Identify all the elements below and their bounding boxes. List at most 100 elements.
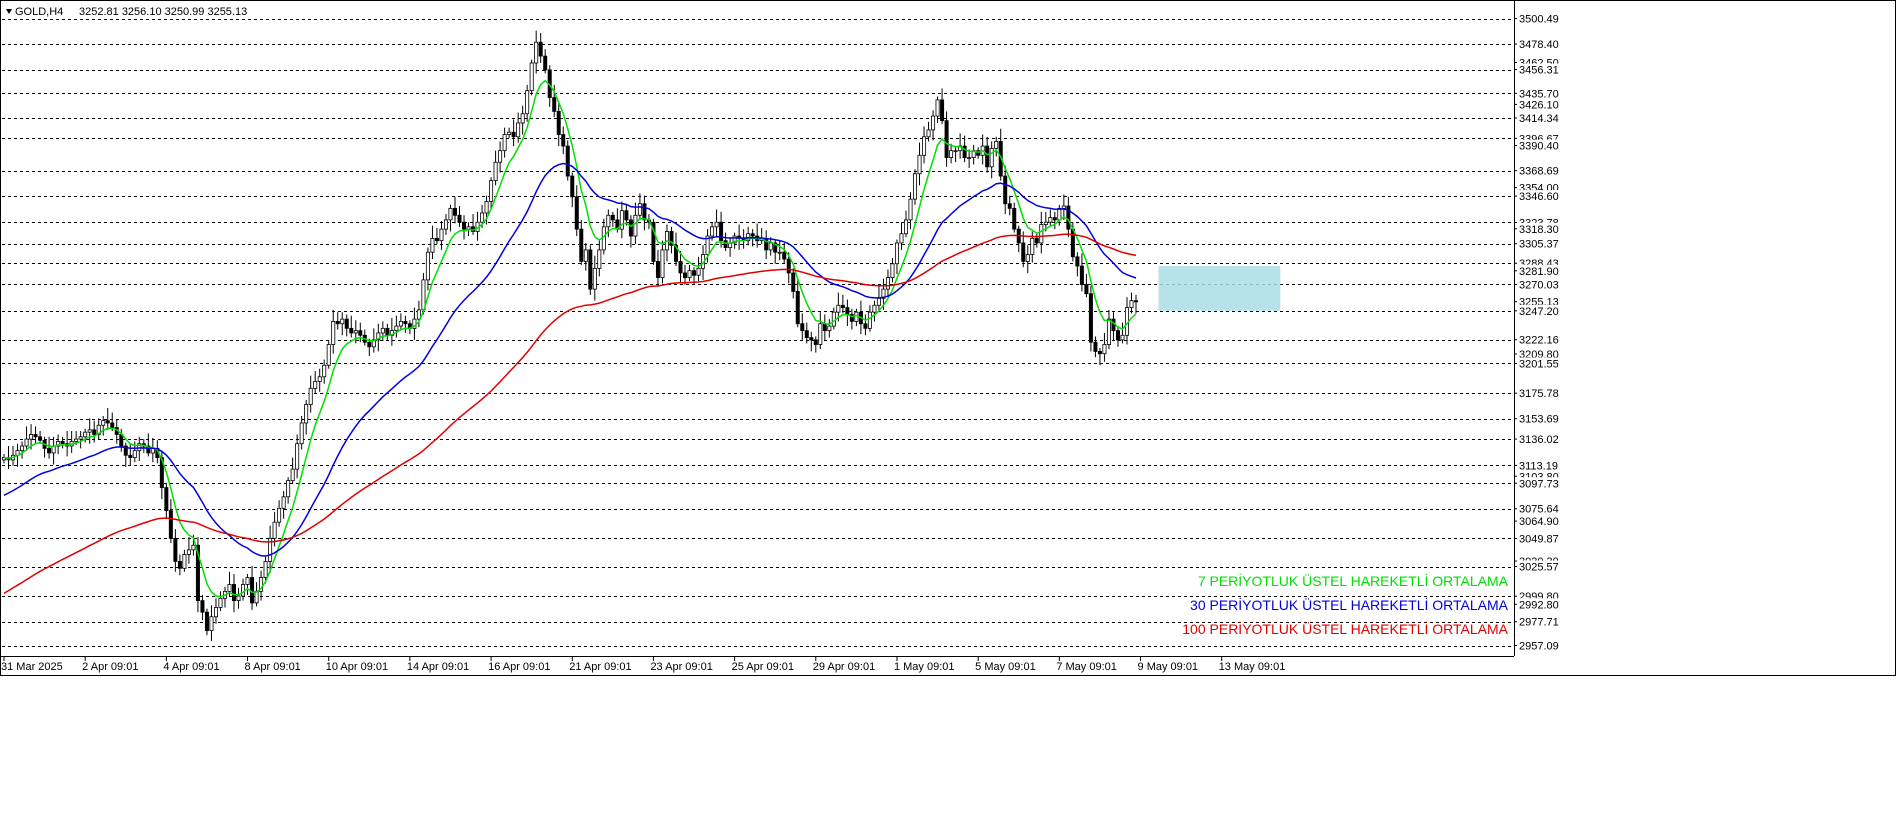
price-label-text-p3346: 3346.60 (1519, 191, 1559, 203)
price-label-text-p3270: 3270.03 (1519, 279, 1559, 291)
candle-body-132 (597, 249, 602, 269)
legend-item-ema-7: 7 PERİYOTLUK ÜSTEL HAREKETLİ ORTALAMA (1198, 572, 1509, 589)
candle-body-246 (1111, 318, 1116, 332)
candle-body-41 (186, 549, 191, 555)
candle-body-50 (227, 584, 232, 592)
candle-body-179 (809, 337, 814, 341)
candle-body-187 (845, 307, 850, 315)
candle-body-48 (218, 597, 223, 608)
candle-body-157 (710, 226, 715, 237)
price-label-text-p3305: 3305.37 (1519, 239, 1559, 251)
time-label-text-11: 1 May 09:01 (894, 661, 955, 673)
time-label-text-9: 25 Apr 09:01 (732, 661, 794, 673)
candle-body-113 (511, 131, 516, 138)
price-label-p2992: 2992.80 (1514, 598, 1563, 611)
candle-body-197 (890, 263, 895, 278)
candle-body-5 (24, 438, 29, 447)
candle-body-141 (637, 203, 642, 216)
candle-body-56 (254, 590, 259, 604)
candle-body-67 (304, 404, 309, 424)
candle-body-207 (935, 99, 940, 117)
candle-body-88 (398, 321, 403, 327)
candle-body-173 (782, 251, 787, 260)
candle-body-89 (403, 321, 408, 325)
candle-body-146 (660, 249, 665, 278)
time-label-text-4: 10 Apr 09:01 (326, 661, 388, 673)
price-label-text-p3456: 3456.31 (1519, 65, 1559, 77)
candle-body-237 (1070, 228, 1075, 258)
candle-body-231 (1043, 221, 1048, 225)
candle-body-139 (628, 219, 633, 237)
price-label-text-p3222: 3222.16 (1519, 335, 1559, 347)
candle-body-96 (434, 237, 439, 242)
candle-body-205 (926, 129, 931, 138)
price-label-text-p3025: 3025.57 (1519, 562, 1559, 574)
legend-item-ema-100: 100 PERİYOTLUK ÜSTEL HAREKETLİ ORTALAMA (1182, 620, 1508, 637)
price-label-text-p3500: 3500.49 (1519, 14, 1559, 26)
candle-body-37 (168, 510, 173, 539)
candle-body-70 (317, 376, 322, 382)
candle-body-228 (1030, 237, 1035, 255)
candle-body-232 (1048, 217, 1053, 223)
support-resistance-zone (1158, 266, 1281, 311)
candle-body-239 (1079, 265, 1084, 285)
candle-body-182 (822, 323, 827, 332)
time-label-text-15: 13 May 09:01 (1219, 661, 1286, 673)
price-chart[interactable]: 3500.493478.403462.503456.313435.703426.… (0, 0, 1896, 820)
price-label-p3175: 3175.78 (1514, 387, 1563, 400)
price-label-p3097: 3097.73 (1514, 477, 1563, 490)
time-label-text-5: 14 Apr 09:01 (407, 661, 469, 673)
candle-body-103 (466, 226, 471, 230)
candle-body-152 (687, 270, 692, 278)
ohlc-values: 3252.81 3256.10 3250.99 3255.13 (79, 6, 247, 18)
price-label-text-p2992: 2992.80 (1519, 599, 1559, 611)
price-label-text-p3064: 3064.90 (1519, 516, 1559, 528)
price-label-p3390: 3390.40 (1514, 139, 1563, 153)
candle-body-224 (1012, 207, 1017, 230)
candle-body-17 (78, 436, 83, 440)
candle-body-111 (502, 134, 507, 152)
candle-body-206 (931, 115, 936, 131)
candle-body-81 (367, 341, 372, 348)
candle-body-135 (610, 214, 615, 221)
candle-body-154 (696, 267, 701, 276)
candle-body-61 (277, 507, 282, 523)
candle-117 (529, 59, 534, 96)
candle-body-72 (326, 344, 331, 366)
candle-body-128 (579, 228, 584, 262)
candle-body-204 (922, 136, 927, 156)
candle-72 (326, 341, 331, 369)
candle-body-191 (863, 323, 868, 329)
candle-body-20 (92, 429, 97, 435)
candle-body-203 (917, 154, 922, 175)
price-label-p3478: 3478.40 (1514, 38, 1563, 51)
candle-body-120 (543, 55, 548, 71)
candle-body-242 (1093, 341, 1098, 352)
candle-body-55 (250, 577, 255, 604)
candle-body-243 (1097, 351, 1102, 355)
candle-body-250 (1129, 300, 1134, 308)
candle-body-185 (836, 304, 841, 313)
candle-body-208 (940, 99, 945, 122)
candle-body-118 (534, 41, 539, 64)
candle-body-199 (899, 233, 904, 244)
candle-body-23 (105, 420, 110, 424)
candle-body-99 (448, 207, 453, 221)
candle-body-220 (994, 141, 999, 149)
price-label-text-p3153: 3153.69 (1519, 414, 1559, 426)
time-label-text-12: 5 May 09:01 (975, 661, 1036, 673)
candle-body-108 (489, 180, 494, 202)
candle-body-71 (322, 364, 327, 378)
candle-body-117 (529, 62, 534, 92)
candle-body-140 (633, 214, 638, 237)
candle-body-200 (904, 219, 909, 235)
candle-body-94 (425, 251, 430, 281)
candle-body-122 (552, 97, 557, 112)
candle-body-64 (290, 468, 295, 482)
price-label-text-p3201: 3201.55 (1519, 358, 1559, 370)
candle-body-62 (281, 496, 286, 509)
candle-body-46 (209, 616, 214, 632)
candle-body-233 (1052, 217, 1057, 221)
candle-body-63 (286, 480, 291, 498)
price-label-text-p2977: 2977.71 (1519, 617, 1559, 629)
